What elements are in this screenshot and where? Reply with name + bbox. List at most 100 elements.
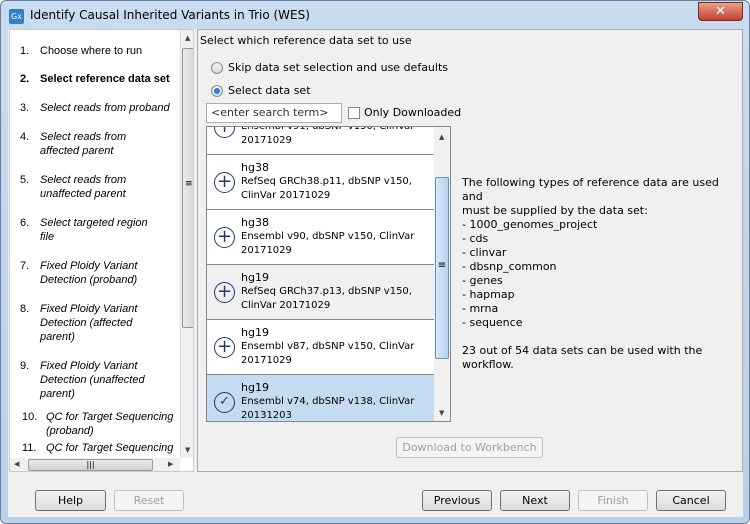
scroll-down-arrow-icon[interactable]: ▼ (439, 409, 444, 417)
dataset-item[interactable]: + hg38 Ensembl v90, dbSNP v150, ClinVar 20… (207, 210, 434, 265)
info-line: The following types of reference data ar… (462, 176, 719, 203)
dataset-description: Ensembl v87, dbSNP v150, ClinVar 2017102… (241, 341, 415, 366)
step-number: 10. (22, 411, 38, 423)
title-bar: Gx Identify Causal Inherited Variants in… (1, 1, 749, 29)
info-line: - dbsnp_common (462, 260, 557, 273)
dataset-description: RefSeq GRCh38.p11, dbSNP v150, ClinVar 2… (241, 176, 412, 201)
select-dataset-label[interactable]: Select data set (228, 84, 311, 97)
check-circle-icon: ✓ (214, 392, 235, 413)
skip-dataset-radio[interactable] (211, 62, 223, 74)
info-line: 23 out of 54 data sets can be used with … (462, 344, 703, 357)
section-heading: Select which reference data set to use (200, 34, 412, 47)
reset-button[interactable]: Reset (114, 490, 184, 511)
search-input[interactable]: <enter search term> (206, 103, 342, 123)
step-1[interactable]: 1. Choose where to run (20, 44, 178, 58)
dataset-item[interactable]: + hg38 RefSeq GRCh38.p11, dbSNP v150, Clin… (207, 155, 434, 210)
dialog-window: Gx Identify Causal Inherited Variants in… (0, 0, 750, 524)
step-label: Fixed Ploidy Variant Detection (affected… (40, 303, 138, 343)
step-3[interactable]: 3. Select reads from proband (20, 101, 178, 115)
scroll-right-arrow-icon[interactable]: ▶ (168, 460, 173, 468)
dataset-list-scrollbar[interactable]: ▲ ≡ ▼ (434, 127, 450, 421)
steps-vertical-scrollbar[interactable]: ▲ ≡ ▼ (180, 30, 193, 458)
dataset-item[interactable]: + Ensembl v91, dbSNP v150, ClinVar 201710… (207, 126, 434, 155)
dataset-name: hg19 (241, 326, 269, 339)
grip-icon: ≡ (185, 179, 193, 189)
step-10[interactable]: 10. QC for Target Sequencing (proband) (22, 410, 180, 438)
dataset-item[interactable]: + hg19 Ensembl v87, dbSNP v150, ClinVar 20… (207, 320, 434, 375)
dataset-description: Ensembl v91, dbSNP v150, ClinVar 2017102… (241, 126, 415, 146)
step-11[interactable]: 11. QC for Target Sequencing (22, 441, 180, 455)
info-text: The following types of reference data ar… (462, 176, 742, 372)
dataset-name: hg19 (241, 271, 269, 284)
step-5[interactable]: 5. Select reads from unaffected parent (20, 173, 178, 201)
step-4[interactable]: 4. Select reads from affected parent (20, 130, 178, 158)
dataset-description: RefSeq GRCh37.p13, dbSNP v150, ClinVar 2… (241, 286, 412, 311)
step-number: 3. (20, 102, 30, 114)
info-line: - genes (462, 274, 503, 287)
step-number: 8. (20, 303, 30, 315)
scroll-down-arrow-icon[interactable]: ▼ (185, 446, 190, 454)
scroll-up-arrow-icon[interactable]: ▲ (185, 34, 190, 42)
step-6[interactable]: 6. Select targeted region file (20, 216, 178, 244)
step-label: Select reference data set (40, 73, 170, 85)
step-label: Select reads from unaffected parent (40, 174, 127, 200)
step-label: Fixed Ploidy Variant Detection (proband) (40, 260, 138, 286)
dialog-body: 1. Choose where to run 2. Select reference… (8, 29, 743, 517)
cancel-button[interactable]: Cancel (656, 490, 726, 511)
grip-icon: ||| (86, 460, 95, 469)
step-number: 6. (20, 217, 30, 229)
step-label: Fixed Ploidy Variant Detection (unaffect… (40, 360, 145, 400)
select-dataset-radio[interactable] (211, 85, 223, 97)
help-button[interactable]: Help (35, 490, 106, 511)
step-label: Select reads from proband (40, 102, 170, 114)
scroll-thumb[interactable]: ≡ (435, 177, 449, 359)
step-number: 4. (20, 131, 30, 143)
step-7[interactable]: 7. Fixed Ploidy Variant Detection (proban… (20, 259, 178, 287)
content-panel: Select which reference data set to use S… (197, 29, 743, 472)
step-label: Select reads from affected parent (40, 131, 127, 157)
step-2[interactable]: 2. Select reference data set (20, 72, 178, 86)
dataset-name: hg19 (241, 381, 269, 394)
step-8[interactable]: 8. Fixed Ploidy Variant Detection (affect… (20, 302, 178, 344)
close-button[interactable]: ✕ (698, 2, 743, 21)
previous-button[interactable]: Previous (422, 490, 492, 511)
skip-dataset-label[interactable]: Skip data set selection and use defaults (228, 61, 448, 74)
dataset-description: Ensembl v74, dbSNP v138, ClinVar 2013120… (241, 396, 415, 421)
only-downloaded-checkbox[interactable] (348, 107, 360, 119)
dataset-name: hg38 (241, 216, 269, 229)
add-circle-icon: + (214, 282, 235, 303)
add-circle-icon: + (214, 172, 235, 193)
step-number: 1. (20, 45, 30, 57)
info-line: must be supplied by the data set: (462, 204, 648, 217)
add-circle-icon: + (214, 337, 235, 358)
dataset-description: Ensembl v90, dbSNP v150, ClinVar 2017102… (241, 231, 415, 256)
grip-icon: ≡ (437, 260, 447, 271)
info-line: - clinvar (462, 246, 507, 259)
scroll-thumb[interactable]: ≡ (182, 48, 193, 328)
info-line: - mrna (462, 302, 499, 315)
only-downloaded-label[interactable]: Only Downloaded (364, 106, 461, 119)
step-number: 9. (20, 360, 30, 372)
step-number: 11. (22, 442, 37, 454)
step-number: 2. (20, 73, 30, 85)
step-label: QC for Target Sequencing (46, 442, 174, 454)
dataset-item-selected[interactable]: ✓ hg19 Ensembl v74, dbSNP v138, ClinVar 20… (207, 375, 434, 421)
next-button[interactable]: Next (500, 490, 570, 511)
scroll-left-arrow-icon[interactable]: ◀ (14, 460, 19, 468)
scroll-thumb[interactable]: ||| (28, 459, 153, 471)
step-9[interactable]: 9. Fixed Ploidy Variant Detection (unaffe… (20, 359, 178, 401)
info-line: - sequence (462, 316, 523, 329)
steps-horizontal-scrollbar[interactable]: ◀ ||| ▶ (10, 458, 180, 471)
finish-button[interactable]: Finish (578, 490, 648, 511)
info-line: - 1000_genomes_project (462, 218, 598, 231)
info-line: workflow. (462, 358, 514, 371)
step-number: 5. (20, 174, 30, 186)
download-to-workbench-button[interactable]: Download to Workbench (396, 437, 543, 458)
scroll-up-arrow-icon[interactable]: ▲ (439, 133, 444, 141)
dataset-item[interactable]: + hg19 RefSeq GRCh37.p13, dbSNP v150, Clin… (207, 265, 434, 320)
dataset-list: + Ensembl v91, dbSNP v150, ClinVar 201710… (206, 126, 451, 422)
info-line: - hapmap (462, 288, 515, 301)
window-title: Identify Causal Inherited Variants in Tr… (30, 8, 310, 22)
step-number: 7. (20, 260, 30, 272)
